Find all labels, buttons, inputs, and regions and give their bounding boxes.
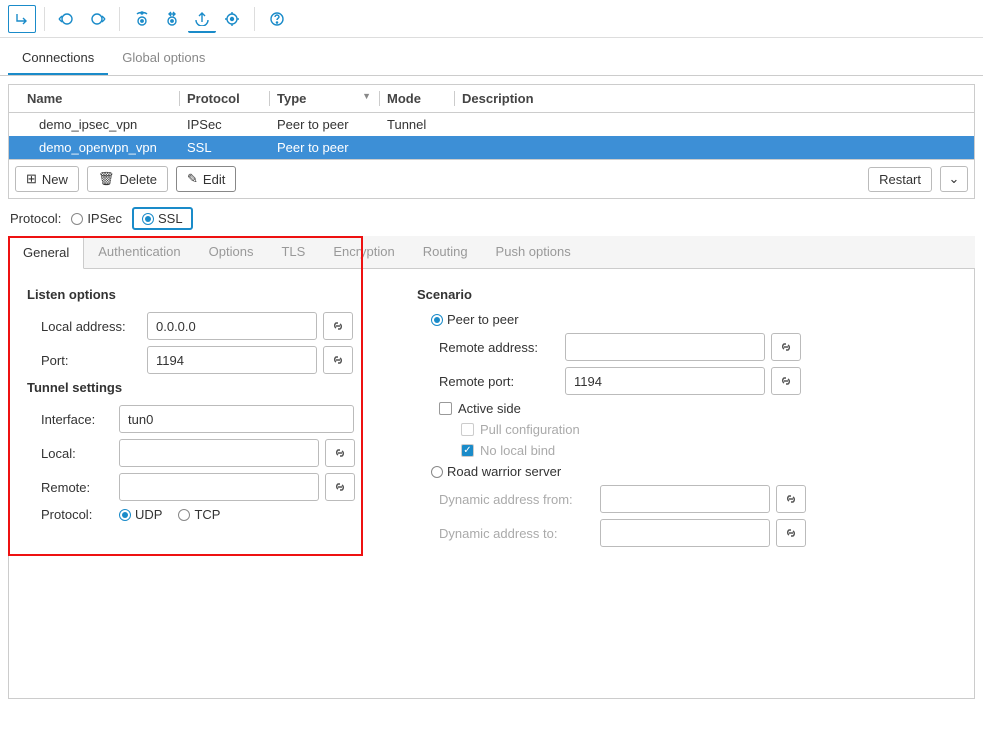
- subtab-authentication[interactable]: Authentication: [84, 236, 194, 268]
- cell-name: demo_ipsec_vpn: [9, 113, 179, 136]
- cell-protocol: IPSec: [179, 113, 269, 136]
- col-name[interactable]: Name: [9, 85, 179, 112]
- upload-icon[interactable]: [188, 5, 216, 33]
- target-icon[interactable]: [218, 5, 246, 33]
- subtab-encryption[interactable]: Encryption: [319, 236, 408, 268]
- pull-config-checkbox: Pull configuration: [461, 422, 580, 437]
- link-icon[interactable]: [771, 367, 801, 395]
- tunnel-protocol-label: Protocol:: [41, 507, 113, 522]
- edit-button[interactable]: ✎Edit: [176, 166, 236, 192]
- cell-description: [454, 136, 974, 159]
- general-panel: Listen options Local address: Port: Tunn…: [8, 269, 975, 699]
- remote-port-input[interactable]: [565, 367, 765, 395]
- table-row[interactable]: demo_openvpn_vpn SSL Peer to peer: [9, 136, 974, 159]
- link-icon[interactable]: [325, 439, 355, 467]
- link-icon[interactable]: [325, 473, 355, 501]
- road-warrior-radio[interactable]: Road warrior server: [431, 464, 561, 479]
- left-column: Listen options Local address: Port: Tunn…: [27, 283, 357, 638]
- listen-options-title: Listen options: [27, 287, 357, 302]
- link-icon[interactable]: [323, 346, 353, 374]
- cell-type: Peer to peer: [269, 113, 379, 136]
- toolbar: [0, 0, 983, 38]
- remote-label: Remote:: [41, 480, 113, 495]
- dynamic-from-label: Dynamic address from:: [439, 492, 594, 507]
- link-icon[interactable]: [776, 485, 806, 513]
- local-label: Local:: [41, 446, 113, 461]
- tab-global-options[interactable]: Global options: [108, 40, 219, 75]
- local-address-input[interactable]: [147, 312, 317, 340]
- protocol-ipsec-radio[interactable]: IPSec: [71, 211, 122, 226]
- col-description[interactable]: Description: [454, 85, 974, 112]
- sub-tabs: General Authentication Options TLS Encry…: [8, 236, 975, 269]
- remote-address-label: Remote address:: [439, 340, 559, 355]
- sync-right-icon[interactable]: [83, 5, 111, 33]
- subtab-tls[interactable]: TLS: [267, 236, 319, 268]
- plus-icon: ⊞: [26, 171, 37, 187]
- interface-input[interactable]: [119, 405, 354, 433]
- separator: [44, 7, 45, 31]
- cell-protocol: SSL: [179, 136, 269, 159]
- restart-dropdown-button[interactable]: ⌄: [940, 166, 968, 192]
- interface-label: Interface:: [41, 412, 113, 427]
- dynamic-from-input: [600, 485, 770, 513]
- tcp-radio[interactable]: TCP: [178, 507, 220, 522]
- dynamic-to-label: Dynamic address to:: [439, 526, 594, 541]
- udp-radio[interactable]: UDP: [119, 507, 162, 522]
- right-column: Scenario Peer to peer Remote address: Re…: [417, 283, 956, 638]
- link-icon[interactable]: [771, 333, 801, 361]
- return-icon[interactable]: [8, 5, 36, 33]
- protocol-row: Protocol: IPSec SSL: [8, 199, 975, 236]
- main-tabs: Connections Global options: [0, 40, 983, 76]
- local-address-label: Local address:: [41, 319, 141, 334]
- link-icon[interactable]: [776, 519, 806, 547]
- port-label: Port:: [41, 353, 141, 368]
- new-button[interactable]: ⊞New: [15, 166, 79, 192]
- col-mode[interactable]: Mode: [379, 85, 454, 112]
- subtab-general[interactable]: General: [8, 236, 84, 269]
- connections-grid: Name Protocol Type▼ Mode Description dem…: [8, 84, 975, 199]
- settings-transfer-icon[interactable]: [158, 5, 186, 33]
- protocol-ssl-radio[interactable]: SSL: [142, 211, 183, 226]
- peer-to-peer-radio[interactable]: Peer to peer: [431, 312, 519, 327]
- separator: [119, 7, 120, 31]
- cell-description: [454, 113, 974, 136]
- chevron-down-icon: ⌄: [949, 171, 960, 187]
- col-type[interactable]: Type▼: [269, 85, 379, 112]
- subtab-routing[interactable]: Routing: [409, 236, 482, 268]
- remote-address-input[interactable]: [565, 333, 765, 361]
- protocol-label: Protocol:: [10, 211, 61, 226]
- col-protocol[interactable]: Protocol: [179, 85, 269, 112]
- port-input[interactable]: [147, 346, 317, 374]
- separator: [254, 7, 255, 31]
- delete-button[interactable]: 🗑Delete: [87, 166, 168, 192]
- cell-name: demo_openvpn_vpn: [9, 136, 179, 159]
- grid-header: Name Protocol Type▼ Mode Description: [9, 85, 974, 113]
- restart-button[interactable]: Restart: [868, 167, 932, 192]
- remote-input[interactable]: [119, 473, 319, 501]
- cell-mode: [379, 136, 454, 159]
- cell-mode: Tunnel: [379, 113, 454, 136]
- subtab-options[interactable]: Options: [195, 236, 268, 268]
- link-icon[interactable]: [323, 312, 353, 340]
- trash-icon: 🗑: [98, 171, 115, 187]
- remote-port-label: Remote port:: [439, 374, 559, 389]
- sync-left-icon[interactable]: [53, 5, 81, 33]
- active-side-checkbox[interactable]: Active side: [439, 401, 521, 416]
- action-bar: ⊞New 🗑Delete ✎Edit Restart ⌄: [9, 159, 974, 198]
- help-icon[interactable]: [263, 5, 291, 33]
- grid-body: demo_ipsec_vpn IPSec Peer to peer Tunnel…: [9, 113, 974, 159]
- tunnel-settings-title: Tunnel settings: [27, 380, 357, 395]
- dynamic-to-input: [600, 519, 770, 547]
- no-local-bind-checkbox: ✓No local bind: [461, 443, 555, 458]
- tab-connections[interactable]: Connections: [8, 40, 108, 75]
- scenario-title: Scenario: [417, 287, 956, 302]
- cell-type: Peer to peer: [269, 136, 379, 159]
- sort-indicator-icon: ▼: [362, 91, 371, 101]
- subtab-push-options[interactable]: Push options: [482, 236, 585, 268]
- local-input[interactable]: [119, 439, 319, 467]
- table-row[interactable]: demo_ipsec_vpn IPSec Peer to peer Tunnel: [9, 113, 974, 136]
- settings-view-icon[interactable]: [128, 5, 156, 33]
- edit-icon: ✎: [187, 171, 198, 187]
